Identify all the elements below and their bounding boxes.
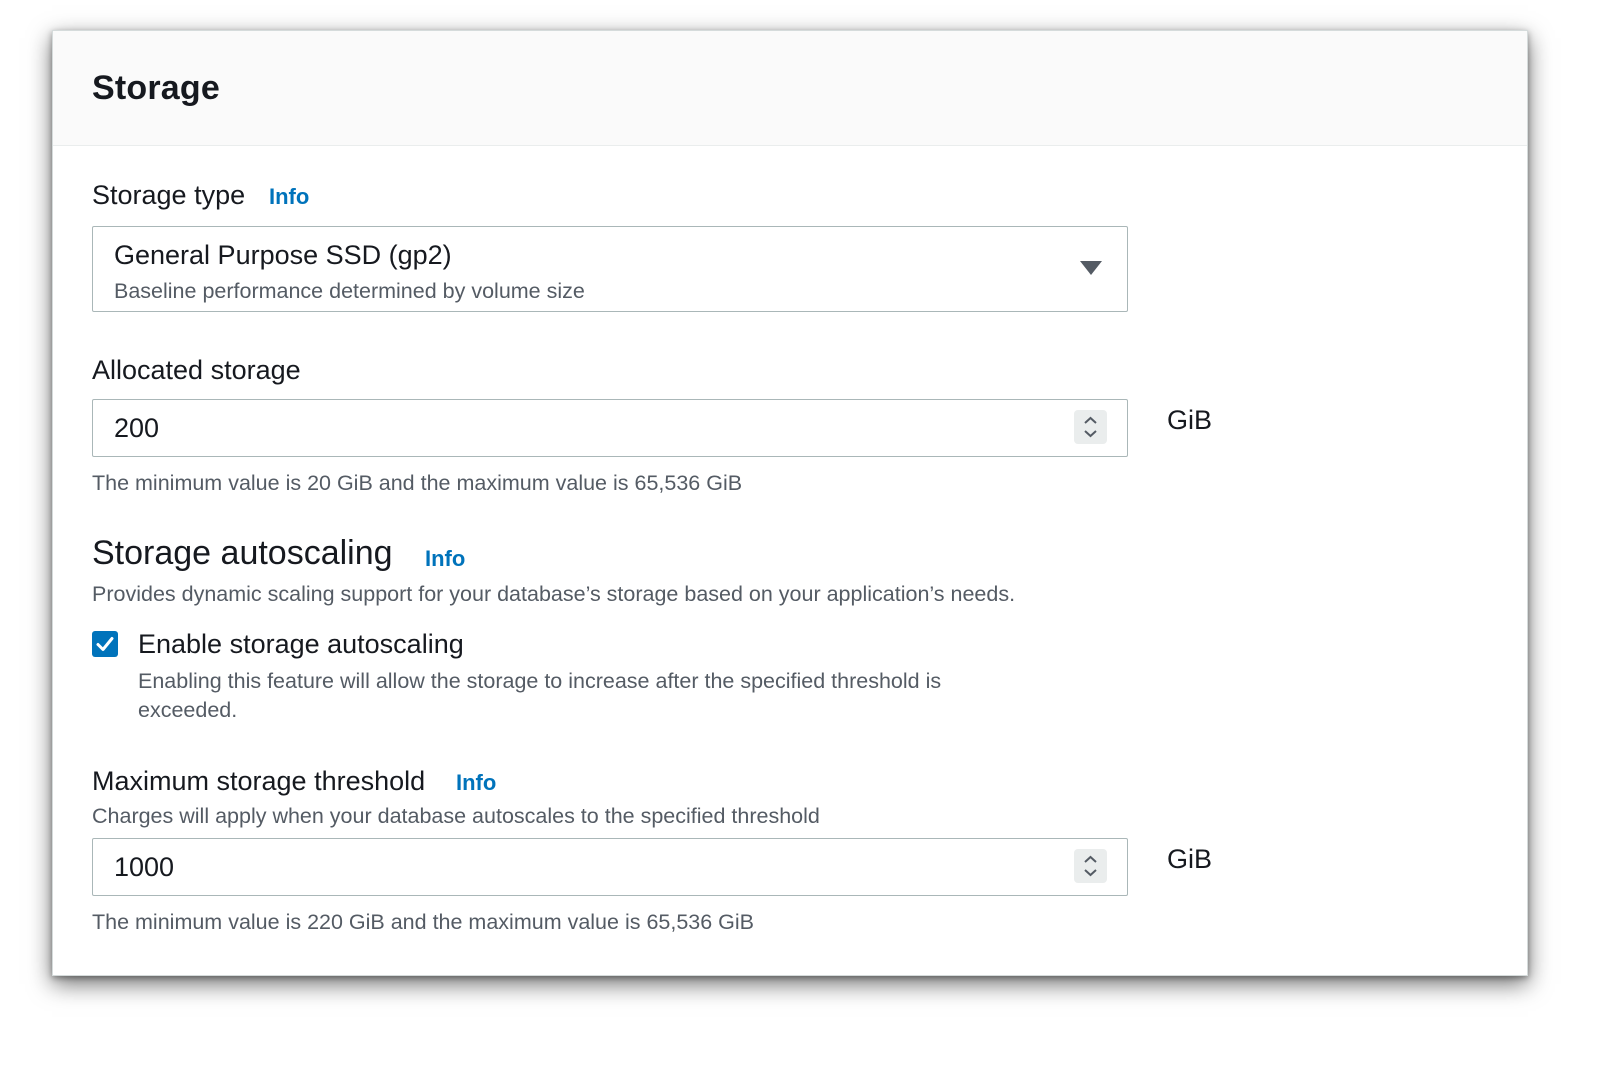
storage-type-select[interactable]: General Purpose SSD (gp2) Baseline perfo… — [92, 226, 1128, 312]
stepper-icon — [1084, 855, 1097, 877]
caret-down-icon — [1080, 261, 1102, 275]
allocated-storage-constraint: The minimum value is 20 GiB and the maxi… — [92, 471, 743, 495]
max-threshold-value: 1000 — [114, 852, 175, 882]
max-threshold-unit: GiB — [1167, 844, 1213, 874]
allocated-storage-unit: GiB — [1167, 405, 1213, 435]
max-threshold-description: Charges will apply when your database au… — [92, 804, 820, 828]
stepper-icon — [1084, 416, 1097, 438]
enable-autoscaling-description-line2: exceeded. — [138, 698, 238, 722]
max-threshold-input[interactable]: 1000 — [92, 838, 1128, 896]
panel-title: Storage — [92, 69, 220, 107]
storage-type-selected-value: General Purpose SSD (gp2) — [114, 240, 452, 270]
storage-type-info-link[interactable]: Info — [269, 184, 309, 210]
allocated-storage-input[interactable]: 200 — [92, 399, 1128, 457]
storage-panel: Storage Storage type Info General Purpos… — [52, 30, 1528, 976]
enable-autoscaling-checkbox[interactable] — [92, 631, 118, 657]
max-threshold-constraint: The minimum value is 220 GiB and the max… — [92, 910, 755, 934]
storage-type-selected-description: Baseline performance determined by volum… — [114, 279, 585, 303]
autoscaling-info-link[interactable]: Info — [425, 546, 465, 572]
max-threshold-stepper[interactable] — [1074, 849, 1107, 883]
checkmark-icon — [96, 637, 114, 651]
allocated-storage-stepper[interactable] — [1074, 410, 1107, 444]
enable-autoscaling-label[interactable]: Enable storage autoscaling — [138, 629, 464, 660]
max-threshold-info-link[interactable]: Info — [456, 770, 496, 796]
autoscaling-description: Provides dynamic scaling support for you… — [92, 582, 1016, 606]
storage-type-label: Storage type — [92, 180, 246, 210]
panel-header: Storage — [53, 31, 1527, 146]
autoscaling-heading: Storage autoscaling — [92, 534, 393, 572]
allocated-storage-label: Allocated storage — [92, 355, 301, 385]
allocated-storage-value: 200 — [114, 413, 160, 443]
enable-autoscaling-description-line1: Enabling this feature will allow the sto… — [138, 669, 942, 693]
max-threshold-label: Maximum storage threshold — [92, 766, 426, 796]
